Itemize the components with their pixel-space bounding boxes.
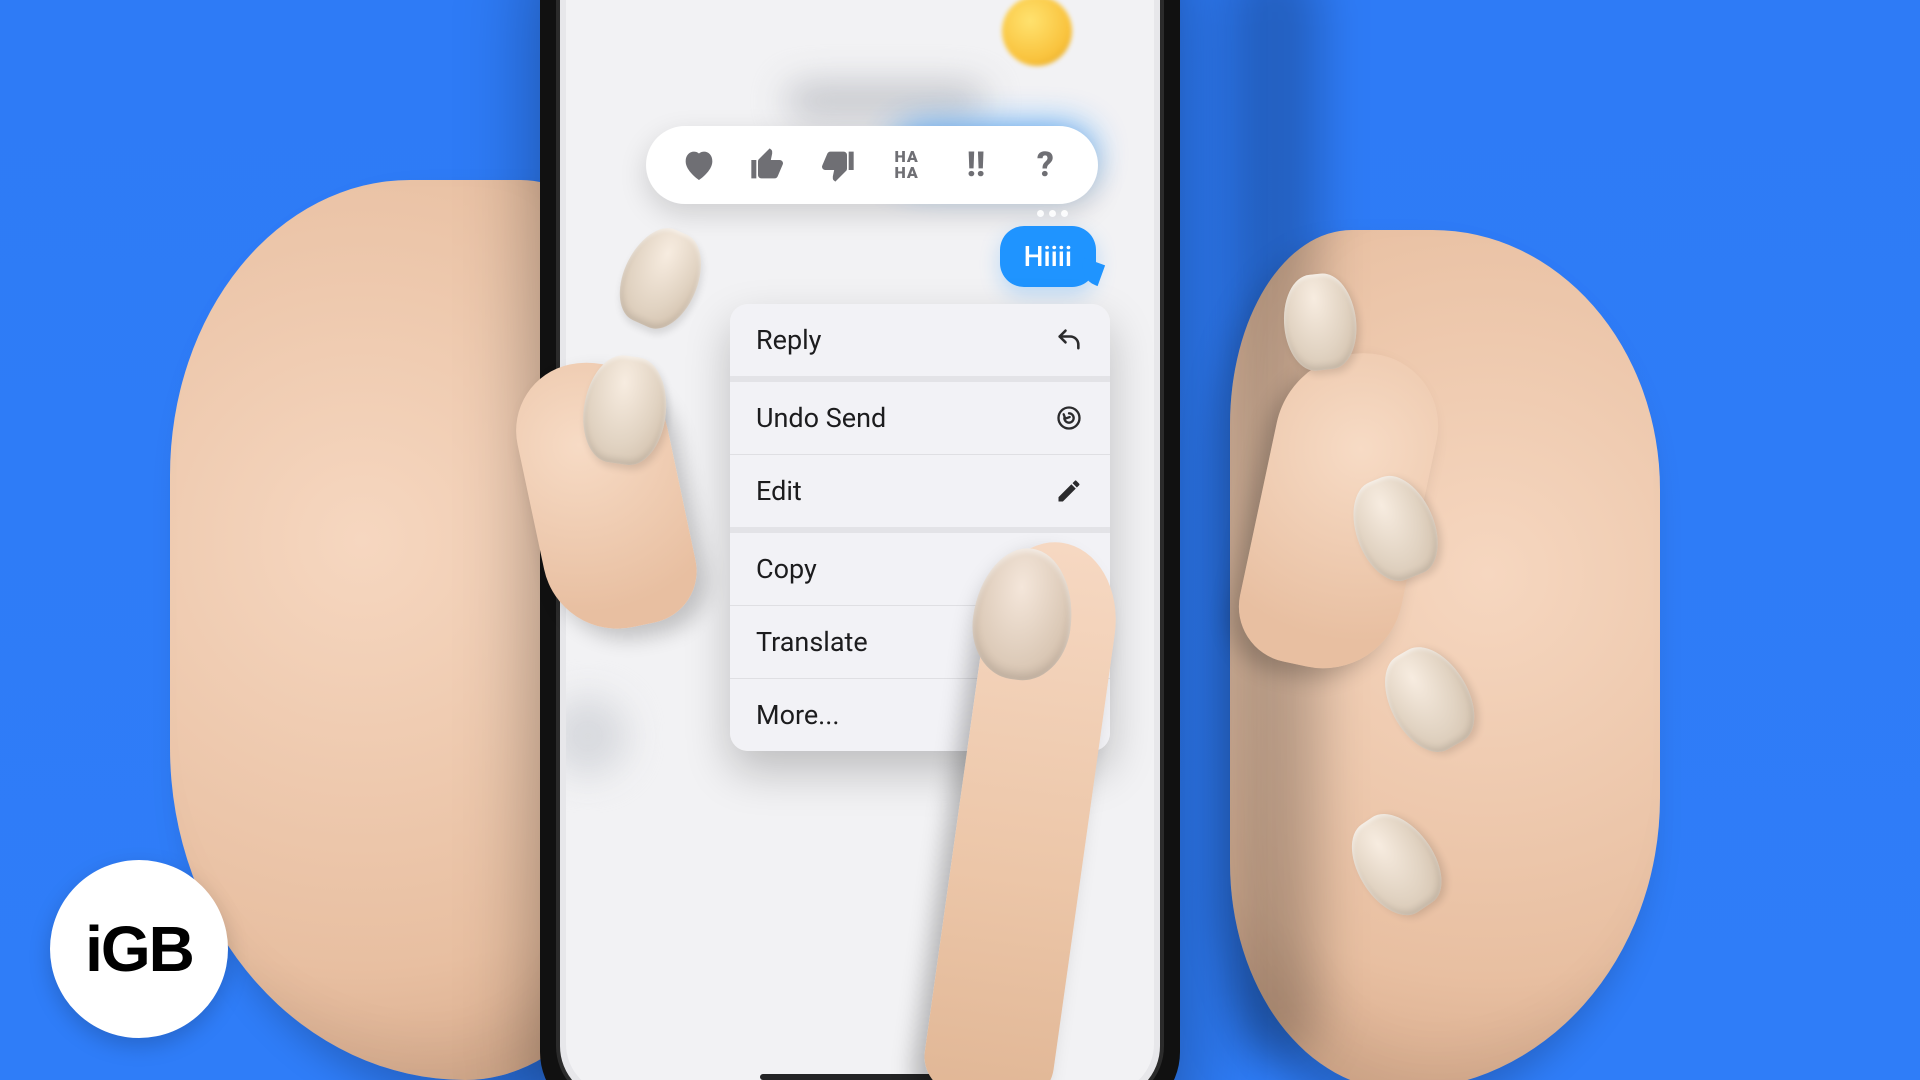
scene: HA HA ‼ ? Hiiii Reply	[0, 0, 1920, 1080]
haha-icon[interactable]: HA HA	[885, 143, 929, 187]
igb-watermark-text: iGB	[85, 912, 193, 986]
igb-watermark: iGB	[50, 860, 228, 1038]
menu-edit[interactable]: Edit	[730, 454, 1110, 527]
menu-more-label: More...	[756, 699, 840, 731]
menu-edit-label: Edit	[756, 475, 802, 507]
menu-reply-label: Reply	[756, 324, 821, 356]
thumbs-up-icon[interactable]	[746, 143, 790, 187]
question-icon[interactable]: ?	[1023, 143, 1067, 187]
tapback-bar: HA HA ‼ ?	[646, 126, 1098, 204]
message-bubble[interactable]: Hiiii	[1000, 226, 1096, 287]
menu-reply[interactable]: Reply	[730, 304, 1110, 376]
menu-undo-send[interactable]: Undo Send	[730, 376, 1110, 454]
heart-icon[interactable]	[677, 143, 721, 187]
tapback-tail-dots	[1037, 210, 1068, 217]
menu-undo-send-label: Undo Send	[756, 402, 886, 434]
avatar-blur	[566, 696, 628, 776]
thumbs-down-icon[interactable]	[815, 143, 859, 187]
exclamation-icon[interactable]: ‼	[954, 143, 998, 187]
edit-icon	[1054, 476, 1084, 506]
timestamp-blur	[786, 84, 986, 118]
menu-translate-label: Translate	[756, 626, 868, 658]
contact-avatar-blur	[1002, 0, 1072, 66]
undo-send-icon	[1054, 403, 1084, 433]
selected-message[interactable]: Hiiii	[1000, 226, 1096, 287]
menu-copy-label: Copy	[756, 553, 817, 585]
reply-icon	[1054, 325, 1084, 355]
